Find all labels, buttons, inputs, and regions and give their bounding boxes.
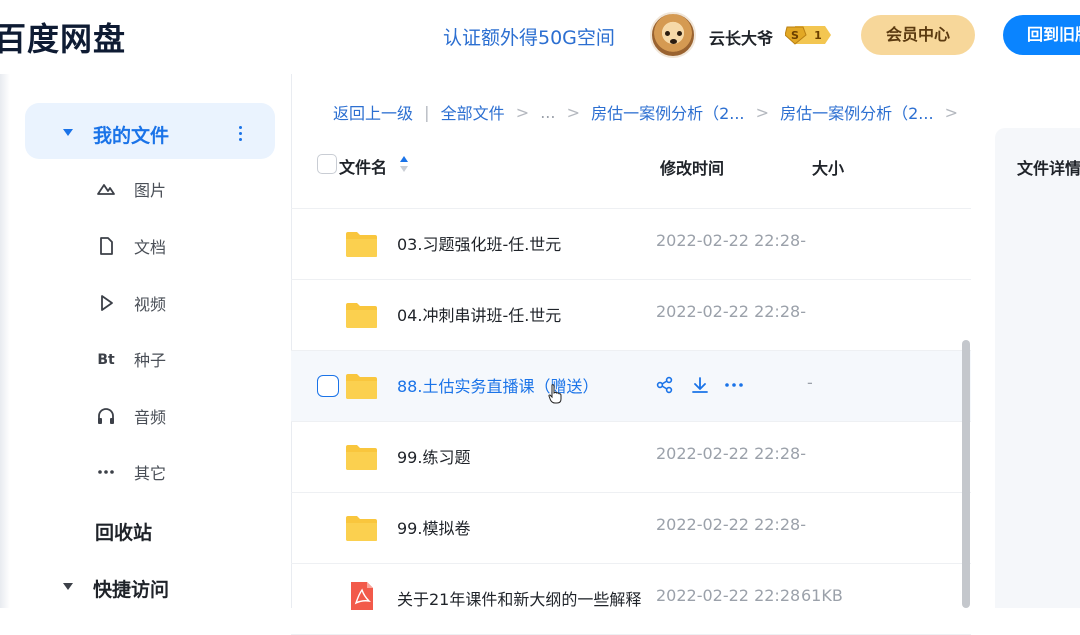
sidebar-item-label: 视频 xyxy=(134,295,167,314)
breadcrumb-back[interactable]: 返回上一级 xyxy=(333,100,413,124)
avatar[interactable] xyxy=(650,12,696,58)
sidebar-item-trash[interactable]: 回收站 xyxy=(95,518,152,545)
svg-text:S: S xyxy=(791,29,799,42)
column-header-name[interactable]: 文件名 xyxy=(339,154,387,178)
level-number: 1 xyxy=(814,29,822,42)
sidebar-item-label: 文档 xyxy=(134,238,167,257)
folder-icon xyxy=(346,516,377,541)
table-row[interactable]: 88.土估实务直播课（赠送） - xyxy=(291,351,971,422)
chevron-right-icon: > xyxy=(755,102,770,122)
document-icon xyxy=(100,237,113,255)
caret-down-icon[interactable] xyxy=(63,583,73,590)
sidebar-item-documents[interactable]: 文档 xyxy=(95,231,265,261)
file-name[interactable]: 03.习题强化班-任.世元 xyxy=(397,231,561,255)
file-size: 61KB xyxy=(801,586,843,605)
username[interactable]: 云长大爷 xyxy=(709,25,773,49)
more-icon xyxy=(98,470,114,474)
more-horizontal-icon[interactable] xyxy=(724,375,744,395)
app-logo[interactable]: 百度网盘 xyxy=(0,14,126,60)
pdf-icon xyxy=(351,582,373,610)
chevron-right-icon: > xyxy=(566,102,580,122)
file-name[interactable]: 关于21年课件和新大纲的一些解释 xyxy=(397,586,641,610)
sidebar-item-videos[interactable]: 视频 xyxy=(95,288,265,318)
file-name[interactable]: 99.练习题 xyxy=(397,444,470,468)
hand-cursor-icon xyxy=(548,384,562,404)
sidebar-edge xyxy=(0,74,10,608)
sidebar-item-label: 其它 xyxy=(134,464,167,483)
column-header-size[interactable]: 大小 xyxy=(812,155,844,179)
sidebar-item-torrents[interactable]: Bt 种子 xyxy=(95,344,265,374)
breadcrumb-level-1[interactable]: 房估一案例分析（2... xyxy=(591,100,744,124)
sidebar-item-label: 音频 xyxy=(134,408,167,427)
sidebar-item-quick-access[interactable]: 快捷访问 xyxy=(93,575,169,602)
folder-icon xyxy=(346,303,377,328)
file-detail-panel xyxy=(995,128,1080,608)
more-vertical-icon[interactable] xyxy=(234,124,246,144)
breadcrumb: 返回上一级 | 全部文件 > ... > 房估一案例分析（2... > 房估一案… xyxy=(333,100,964,124)
modified-time: 2022-02-22 22:28- xyxy=(656,302,806,321)
modified-time: 2022-02-22 22:28- xyxy=(656,444,806,463)
scrollbar-thumb[interactable] xyxy=(962,340,970,608)
file-name[interactable]: 99.模拟卷 xyxy=(397,515,470,539)
table-row[interactable]: 03.习题强化班-任.世元 2022-02-22 22:28- xyxy=(291,209,971,280)
back-to-old-version-button[interactable]: 回到旧版 xyxy=(1003,15,1080,55)
sort-icon[interactable] xyxy=(399,155,409,173)
folder-icon xyxy=(346,445,377,470)
level-badge-icon: S 1 xyxy=(785,26,831,45)
chevron-right-icon: > xyxy=(515,102,530,122)
sidebar-item-images[interactable]: 图片 xyxy=(95,174,265,204)
sidebar-item-label: 种子 xyxy=(134,351,167,370)
table-row[interactable]: 04.冲刺串讲班-任.世元 2022-02-22 22:28- xyxy=(291,280,971,351)
download-icon[interactable] xyxy=(690,375,710,395)
caret-down-icon[interactable] xyxy=(63,129,73,136)
torrent-icon: Bt xyxy=(97,352,115,368)
row-checkbox[interactable] xyxy=(317,375,339,397)
file-size: - xyxy=(807,373,813,392)
video-icon xyxy=(101,295,113,311)
breadcrumb-divider: | xyxy=(424,102,430,122)
sidebar-item-audio[interactable]: 音频 xyxy=(95,401,265,431)
modified-time: 2022-02-22 22:28- xyxy=(656,515,806,534)
folder-icon xyxy=(346,232,377,257)
table-row[interactable]: 99.练习题 2022-02-22 22:28- xyxy=(291,422,971,493)
verify-promo-link[interactable]: 认证额外得50G空间 xyxy=(443,23,615,50)
file-name[interactable]: 88.土估实务直播课（赠送） xyxy=(397,373,598,397)
folder-icon xyxy=(346,374,377,399)
sidebar-item-label: 我的文件 xyxy=(93,125,170,147)
sidebar-item-others[interactable]: 其它 xyxy=(95,457,265,487)
row-actions xyxy=(655,375,745,395)
select-all-checkbox[interactable] xyxy=(317,154,337,174)
table-row[interactable]: 99.模拟卷 2022-02-22 22:28- xyxy=(291,493,971,564)
breadcrumb-level-2[interactable]: 房估一案例分析（2... xyxy=(780,100,933,124)
breadcrumb-all-files[interactable]: 全部文件 xyxy=(441,100,505,124)
svg-text:Bt: Bt xyxy=(97,352,115,368)
table-row[interactable]: 关于21年课件和新大纲的一些解释 2022-02-22 22:28 61KB xyxy=(291,564,971,635)
sidebar-item-label: 图片 xyxy=(134,181,167,200)
file-name[interactable]: 04.冲刺串讲班-任.世元 xyxy=(397,302,561,326)
column-header-modified[interactable]: 修改时间 xyxy=(660,155,724,179)
file-detail-title: 文件详情 xyxy=(1017,159,1080,178)
file-table-header xyxy=(291,140,971,200)
breadcrumb-ellipsis[interactable]: ... xyxy=(540,103,555,122)
vip-center-button[interactable]: 会员中心 xyxy=(861,15,975,55)
headphones-icon xyxy=(98,408,114,424)
image-icon xyxy=(97,184,115,195)
modified-time: 2022-02-22 22:28- xyxy=(656,231,806,250)
chevron-right-icon: > xyxy=(944,102,959,122)
share-icon[interactable] xyxy=(655,375,675,395)
modified-time: 2022-02-22 22:28 xyxy=(656,586,801,605)
